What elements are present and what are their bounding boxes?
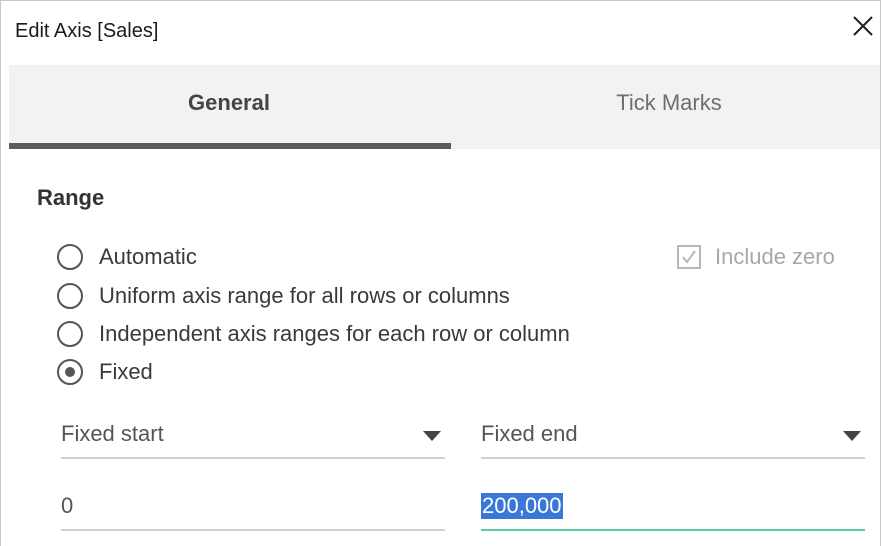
fixed-start-dropdown-label: Fixed start xyxy=(61,421,164,446)
title-bar: Edit Axis [Sales] xyxy=(1,1,880,65)
checkbox[interactable] xyxy=(677,245,701,269)
radio-fixed-label: Fixed xyxy=(99,359,153,384)
fixed-start-dropdown[interactable]: Fixed start xyxy=(61,411,445,459)
radio-independent-axis-ranges[interactable]: Independent axis ranges for each row or … xyxy=(57,319,570,349)
fixed-end-dropdown-label: Fixed end xyxy=(481,421,578,446)
range-section-title: Range xyxy=(37,185,105,210)
tab-general[interactable]: General xyxy=(9,65,449,149)
fixed-start-value: 0 xyxy=(61,493,74,518)
tab-bar: General Tick Marks xyxy=(9,65,880,149)
radio-button[interactable] xyxy=(57,283,83,309)
radio-automatic[interactable]: Automatic xyxy=(57,242,197,272)
tab-general-label: General xyxy=(188,90,270,115)
include-zero-label: Include zero xyxy=(715,244,835,269)
fixed-end-dropdown[interactable]: Fixed end xyxy=(481,411,865,459)
radio-automatic-label: Automatic xyxy=(99,244,197,269)
chevron-down-icon xyxy=(843,431,861,441)
tab-tick-marks-label: Tick Marks xyxy=(616,90,722,115)
include-zero-checkbox[interactable]: Include zero xyxy=(677,244,835,270)
fixed-end-input[interactable]: 200,000 xyxy=(481,483,865,531)
edit-axis-dialog: Edit Axis [Sales] General Tick Marks Ran… xyxy=(0,0,881,546)
radio-independent-label: Independent axis ranges for each row or … xyxy=(99,321,570,346)
radio-button-checked[interactable] xyxy=(57,359,83,385)
radio-uniform-axis-range[interactable]: Uniform axis range for all rows or colum… xyxy=(57,281,510,311)
radio-fixed[interactable]: Fixed xyxy=(57,357,153,387)
radio-button[interactable] xyxy=(57,244,83,270)
tab-tick-marks[interactable]: Tick Marks xyxy=(449,65,881,149)
fixed-end-value: 200,000 xyxy=(481,493,563,519)
close-icon xyxy=(853,16,873,36)
dialog-title: Edit Axis [Sales] xyxy=(15,20,159,42)
radio-button[interactable] xyxy=(57,321,83,347)
check-icon xyxy=(682,250,696,264)
close-button[interactable] xyxy=(852,15,880,45)
active-tab-indicator xyxy=(9,143,451,149)
chevron-down-icon xyxy=(423,431,441,441)
radio-uniform-label: Uniform axis range for all rows or colum… xyxy=(99,283,510,308)
fixed-start-input[interactable]: 0 xyxy=(61,483,445,531)
